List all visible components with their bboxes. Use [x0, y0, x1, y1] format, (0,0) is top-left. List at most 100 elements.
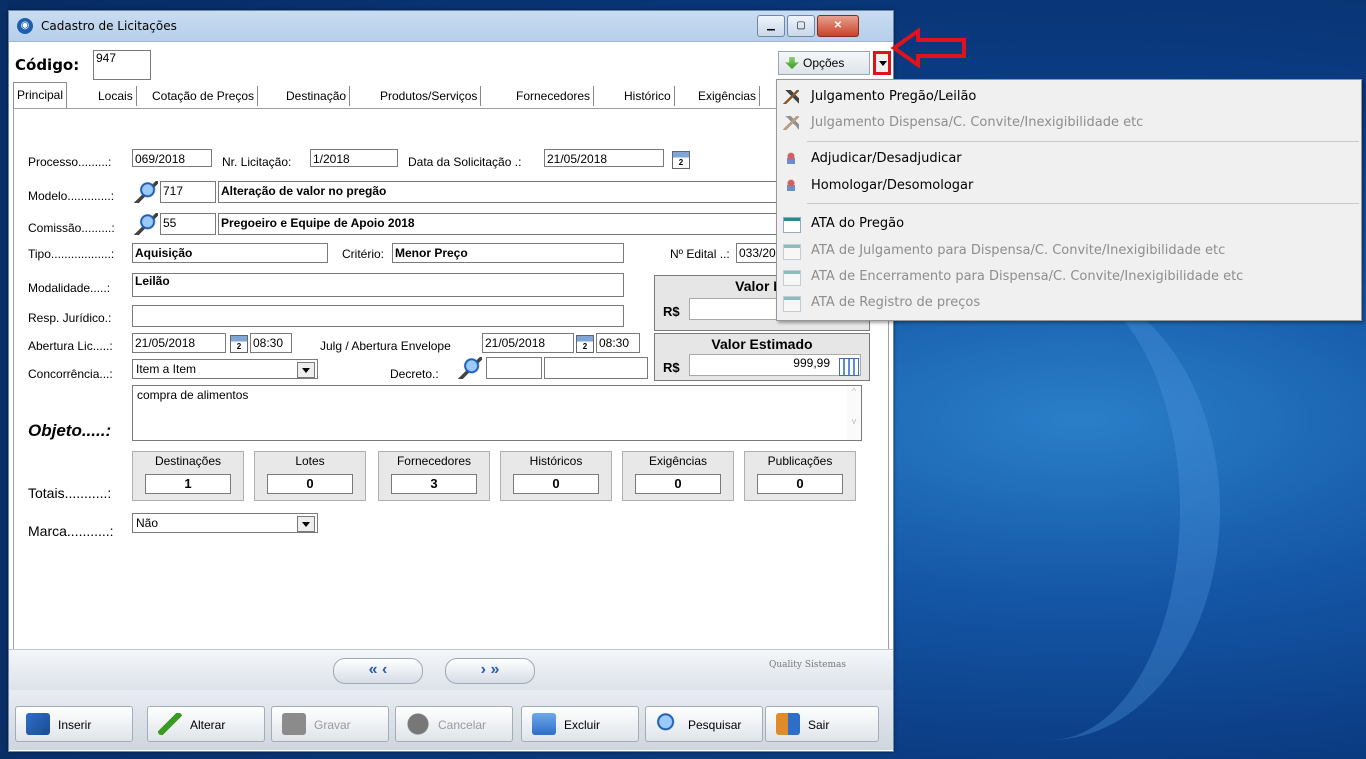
search-icon — [656, 713, 680, 735]
total-exigencias: Exigências 0 — [622, 451, 734, 501]
currency-label: R$ — [663, 304, 680, 319]
criterio-input[interactable]: Menor Preço — [392, 243, 624, 263]
tab-exigencias[interactable]: Exigências — [695, 86, 761, 106]
tab-locais[interactable]: Locais — [95, 86, 137, 106]
calendar-icon[interactable]: 2 — [576, 335, 594, 353]
tab-destinacao[interactable]: Destinação — [283, 86, 351, 106]
comissao-codigo-input[interactable]: 55 — [160, 213, 216, 235]
inserir-button[interactable]: Inserir — [15, 706, 133, 742]
cancelar-button[interactable]: Cancelar — [395, 706, 513, 742]
total-label: Exigências — [648, 454, 708, 468]
pesquisar-button[interactable]: Pesquisar — [645, 706, 763, 742]
inserir-label: Inserir — [58, 718, 92, 732]
data-solicitacao-input[interactable]: 21/05/2018 — [544, 149, 664, 167]
menu-item-homologar[interactable]: Homologar/Desomologar — [777, 175, 1361, 197]
person-icon — [783, 152, 799, 166]
tab-fornecedores[interactable]: Fornecedores — [513, 86, 595, 106]
alterar-button[interactable]: Alterar — [147, 706, 265, 742]
calendar-icon[interactable]: 2 — [230, 335, 248, 353]
objeto-label: Objeto.....: — [28, 421, 112, 440]
total-value: 0 — [513, 474, 599, 494]
nr-licitacao-input[interactable]: 1/2018 — [310, 149, 398, 167]
objeto-textarea[interactable]: compra de alimentos ^ v — [132, 385, 862, 441]
nav-first-prev-button[interactable]: « ‹ — [333, 658, 423, 684]
excluir-button[interactable]: Excluir — [521, 706, 639, 742]
decreto-codigo-input[interactable] — [486, 357, 542, 379]
tab-strip: Principal Locais Cotação de Preços Desti… — [9, 82, 893, 109]
edital-label: Nº Edital ..: — [670, 247, 730, 261]
quality-sistemas-logo: Quality Sistemas — [769, 660, 846, 670]
tab-cotacao-precos[interactable]: Cotação de Preços — [149, 86, 259, 106]
app-icon: ◉ — [17, 18, 33, 34]
gravar-button[interactable]: Gravar — [271, 706, 389, 742]
menu-item-ata-encerramento[interactable]: ATA de Encerramento para Dispensa/C. Con… — [777, 266, 1361, 288]
chevron-down-icon — [297, 516, 315, 532]
codigo-input[interactable]: 947 — [93, 50, 151, 80]
calendar-icon[interactable]: 2 — [672, 151, 690, 169]
sair-label: Sair — [808, 718, 830, 732]
tipo-input[interactable]: Aquisição — [132, 243, 328, 263]
decreto-descricao-input[interactable] — [544, 357, 648, 379]
previous-record-icon: ‹ — [382, 661, 388, 678]
total-value: 1 — [145, 474, 231, 494]
julg-data-input[interactable]: 21/05/2018 — [482, 333, 574, 353]
menu-item-ata-julgamento[interactable]: ATA de Julgamento para Dispensa/C. Convi… — [777, 240, 1361, 262]
menu-item-label: Julgamento Dispensa/C. Convite/Inexigibi… — [811, 115, 1144, 130]
alterar-label: Alterar — [190, 718, 226, 732]
action-bar: Inserir Alterar Gravar Cancelar Excluir … — [9, 690, 893, 750]
menu-item-ata-registro-precos[interactable]: ATA de Registro de preços — [777, 292, 1361, 314]
resp-juridico-label: Resp. Jurídico.: — [28, 311, 112, 325]
comissao-label: Comissão.........: — [28, 221, 115, 235]
sair-button[interactable]: Sair — [765, 706, 879, 742]
marca-select[interactable]: Não — [132, 513, 318, 533]
tab-principal[interactable]: Principal — [13, 82, 68, 109]
close-button[interactable]: ✕ — [817, 15, 859, 37]
document-icon — [783, 296, 801, 312]
calculator-icon[interactable] — [839, 358, 859, 376]
abertura-data-input[interactable]: 21/05/2018 — [132, 333, 226, 353]
cancelar-label: Cancelar — [438, 718, 487, 732]
menu-item-julgamento-dispensa[interactable]: Julgamento Dispensa/C. Convite/Inexigibi… — [777, 112, 1361, 134]
comissao-descricao-input[interactable]: Pregoeiro e Equipe de Apoio 2018 — [218, 213, 868, 235]
valor-estimado-input[interactable]: 999,99 — [689, 354, 861, 376]
objeto-text: compra de alimentos — [137, 388, 249, 402]
concorrencia-select[interactable]: Item a Item — [132, 359, 318, 379]
decreto-search-icon[interactable] — [456, 357, 482, 379]
gavel-icon — [783, 116, 799, 130]
menu-item-julgamento-pregao[interactable]: Julgamento Pregão/Leilão — [777, 86, 1361, 108]
processo-input[interactable]: 069/2018 — [132, 149, 212, 167]
concorrencia-label: Concorrência...: — [28, 367, 113, 381]
objeto-scrollbar[interactable]: ^ v — [847, 386, 861, 440]
tab-produtos-servicos[interactable]: Produtos/Serviços — [377, 86, 482, 106]
abertura-hora-input[interactable]: 08:30 — [250, 333, 292, 353]
menu-item-label: ATA de Encerramento para Dispensa/C. Con… — [811, 269, 1244, 284]
menu-item-ata-pregao[interactable]: ATA do Pregão — [777, 213, 1361, 235]
currency-label: R$ — [663, 360, 680, 375]
menu-item-label: Julgamento Pregão/Leilão — [811, 89, 977, 104]
menu-item-adjudicar[interactable]: Adjudicar/Desadjudicar — [777, 148, 1361, 170]
comissao-search-icon[interactable] — [132, 213, 158, 235]
valor-estimado-label: Valor Estimado — [711, 336, 813, 352]
total-label: Lotes — [295, 454, 325, 468]
maximize-button[interactable]: ▢ — [787, 15, 815, 37]
modalidade-input[interactable]: Leilão — [132, 273, 624, 297]
tab-historico[interactable]: Histórico — [621, 86, 675, 106]
minimize-button[interactable]: ▁ — [757, 15, 785, 37]
excluir-label: Excluir — [564, 718, 601, 732]
document-icon — [783, 270, 801, 286]
nr-licitacao-label: Nr. Licitação: — [222, 155, 292, 169]
julg-hora-input[interactable]: 08:30 — [596, 333, 640, 353]
modelo-codigo-input[interactable]: 717 — [160, 181, 216, 203]
menu-item-label: Homologar/Desomologar — [811, 178, 974, 193]
nav-next-last-button[interactable]: › » — [445, 658, 535, 684]
modelo-search-icon[interactable] — [132, 181, 158, 203]
chevron-down-icon — [297, 362, 315, 378]
modelo-descricao-input[interactable]: Alteração de valor no pregão — [218, 181, 868, 203]
total-destinacoes: Destinações 1 — [132, 451, 244, 501]
code-bar: Código: 947 Opções — [9, 42, 893, 82]
opcoes-dropdown-arrow[interactable] — [873, 51, 891, 75]
opcoes-button[interactable]: Opções — [778, 51, 870, 75]
valor-minimo-input[interactable] — [689, 298, 779, 320]
total-publicacoes: Publicações 0 — [744, 451, 856, 501]
resp-juridico-input[interactable] — [132, 305, 624, 327]
